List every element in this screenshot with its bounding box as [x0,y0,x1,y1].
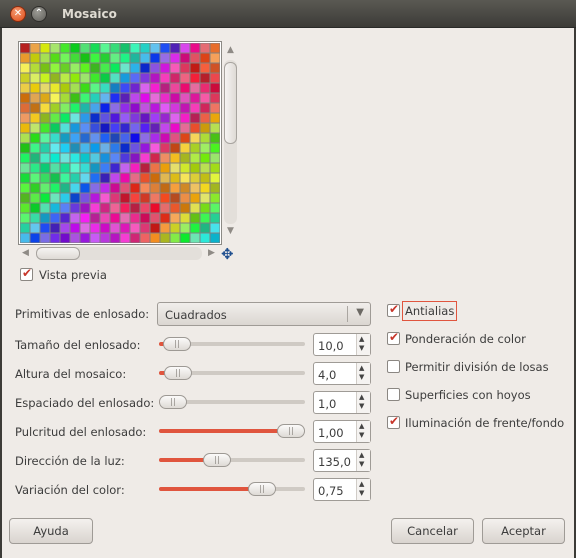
spin-arrows[interactable]: ▲ ▼ [356,421,370,442]
param-slider[interactable] [159,337,305,351]
fg-bg-lighting-checkbox[interactable] [387,414,400,429]
spin-value[interactable]: 135,0 [318,455,351,469]
preview-area[interactable] [18,41,222,245]
param-spinbutton[interactable]: 1,00 ▲ ▼ [313,420,371,443]
close-button[interactable]: ✕ [10,6,26,22]
slider-handle[interactable] [163,337,191,351]
param-slider[interactable] [159,482,305,496]
param-label: Dirección de la luz: [15,454,125,468]
scroll-up-icon[interactable]: ▲ [227,45,234,55]
param-label: Pulcritud del enlosado: [15,425,147,439]
spin-arrows[interactable]: ▲ ▼ [356,392,370,413]
spin-arrows[interactable]: ▲ ▼ [356,450,370,471]
horizontal-scroll-thumb[interactable] [36,247,80,260]
slider-handle[interactable] [159,395,187,409]
color-weighting-label: Ponderación de color [405,332,526,346]
maximize-button[interactable]: ⌃ [31,6,47,22]
primitives-label: Primitivas de enlosado: [15,307,150,321]
param-slider[interactable] [159,424,305,438]
slider-handle[interactable] [277,424,305,438]
spin-value[interactable]: 1,00 [318,426,344,440]
close-icon: ✕ [13,8,23,19]
spin-value[interactable]: 10,0 [318,339,344,353]
param-label: Variación del color: [15,483,125,497]
color-weighting-checkbox[interactable] [387,330,400,345]
spin-down-icon[interactable]: ▼ [359,373,364,381]
cancel-button[interactable]: Cancelar [391,518,474,544]
vertical-scroll-thumb[interactable] [224,62,237,144]
param-label: Tamaño del enlosado: [15,338,141,352]
spin-arrows[interactable]: ▲ ▼ [356,334,370,355]
spin-up-icon[interactable]: ▲ [359,480,364,488]
primitives-value: Cuadrados [165,308,227,322]
spin-up-icon[interactable]: ▲ [359,393,364,401]
scroll-right-icon[interactable]: ▶ [208,248,215,258]
param-spinbutton[interactable]: 0,75 ▲ ▼ [313,478,371,501]
vertical-scrollbar[interactable]: ▲ ▼ [224,44,237,240]
spin-value[interactable]: 4,0 [318,368,336,382]
spin-value[interactable]: 1,0 [318,397,336,411]
param-slider[interactable] [159,395,305,409]
dialog-body: ▲ ▼ ◀ ▶ ✥ Vista previa Primitivas de enl… [2,28,574,558]
scroll-left-icon[interactable]: ◀ [22,248,29,258]
param-spinbutton[interactable]: 1,0 ▲ ▼ [313,391,371,414]
tile-split-checkbox[interactable] [387,360,400,373]
spin-down-icon[interactable]: ▼ [359,344,364,352]
spin-down-icon[interactable]: ▼ [359,460,364,468]
slider-handle[interactable] [203,453,231,467]
spin-down-icon[interactable]: ▼ [359,489,364,497]
pitted-surfaces-checkbox[interactable] [387,388,400,401]
help-button[interactable]: Ayuda [9,518,93,544]
combo-separator [347,306,348,322]
primitives-select[interactable]: Cuadrados ▼ [157,302,371,326]
fg-bg-lighting-label: Iluminación de frente/fondo [405,416,565,430]
param-spinbutton[interactable]: 135,0 ▲ ▼ [313,449,371,472]
pitted-surfaces-label: Superficies con hoyos [405,388,531,402]
preview-label: Vista previa [39,268,107,282]
slider-handle[interactable] [164,366,192,380]
mosaic-preview-image [20,43,220,243]
antialias-label: Antialias [402,301,458,321]
maximize-icon: ⌃ [34,8,44,19]
spin-down-icon[interactable]: ▼ [359,431,364,439]
spin-up-icon[interactable]: ▲ [359,422,364,430]
slider-fill [159,429,291,433]
param-slider[interactable] [159,366,305,380]
slider-fill [159,487,262,491]
spin-arrows[interactable]: ▲ ▼ [356,363,370,384]
slider-handle[interactable] [248,482,276,496]
param-label: Espaciado del enlosado: [15,396,155,410]
spin-arrows[interactable]: ▲ ▼ [356,479,370,500]
param-spinbutton[interactable]: 4,0 ▲ ▼ [313,362,371,385]
spin-up-icon[interactable]: ▲ [359,364,364,372]
chevron-down-icon: ▼ [356,307,364,318]
spin-up-icon[interactable]: ▲ [359,451,364,459]
spin-down-icon[interactable]: ▼ [359,402,364,410]
preview-checkbox[interactable] [20,266,33,281]
window-title: Mosaico [62,7,117,21]
antialias-checkbox[interactable] [387,302,400,317]
spin-up-icon[interactable]: ▲ [359,335,364,343]
accept-button[interactable]: Aceptar [482,518,565,544]
tile-split-label: Permitir división de losas [405,360,549,374]
param-label: Altura del mosaico: [15,367,127,381]
scroll-down-icon[interactable]: ▼ [227,226,234,236]
navigate-icon[interactable]: ✥ [221,245,234,263]
param-slider[interactable] [159,453,305,467]
titlebar: ✕ ⌃ Mosaico [0,0,576,28]
param-spinbutton[interactable]: 10,0 ▲ ▼ [313,333,371,356]
spin-value[interactable]: 0,75 [318,484,344,498]
horizontal-scrollbar[interactable]: ◀ ▶ [22,247,218,260]
